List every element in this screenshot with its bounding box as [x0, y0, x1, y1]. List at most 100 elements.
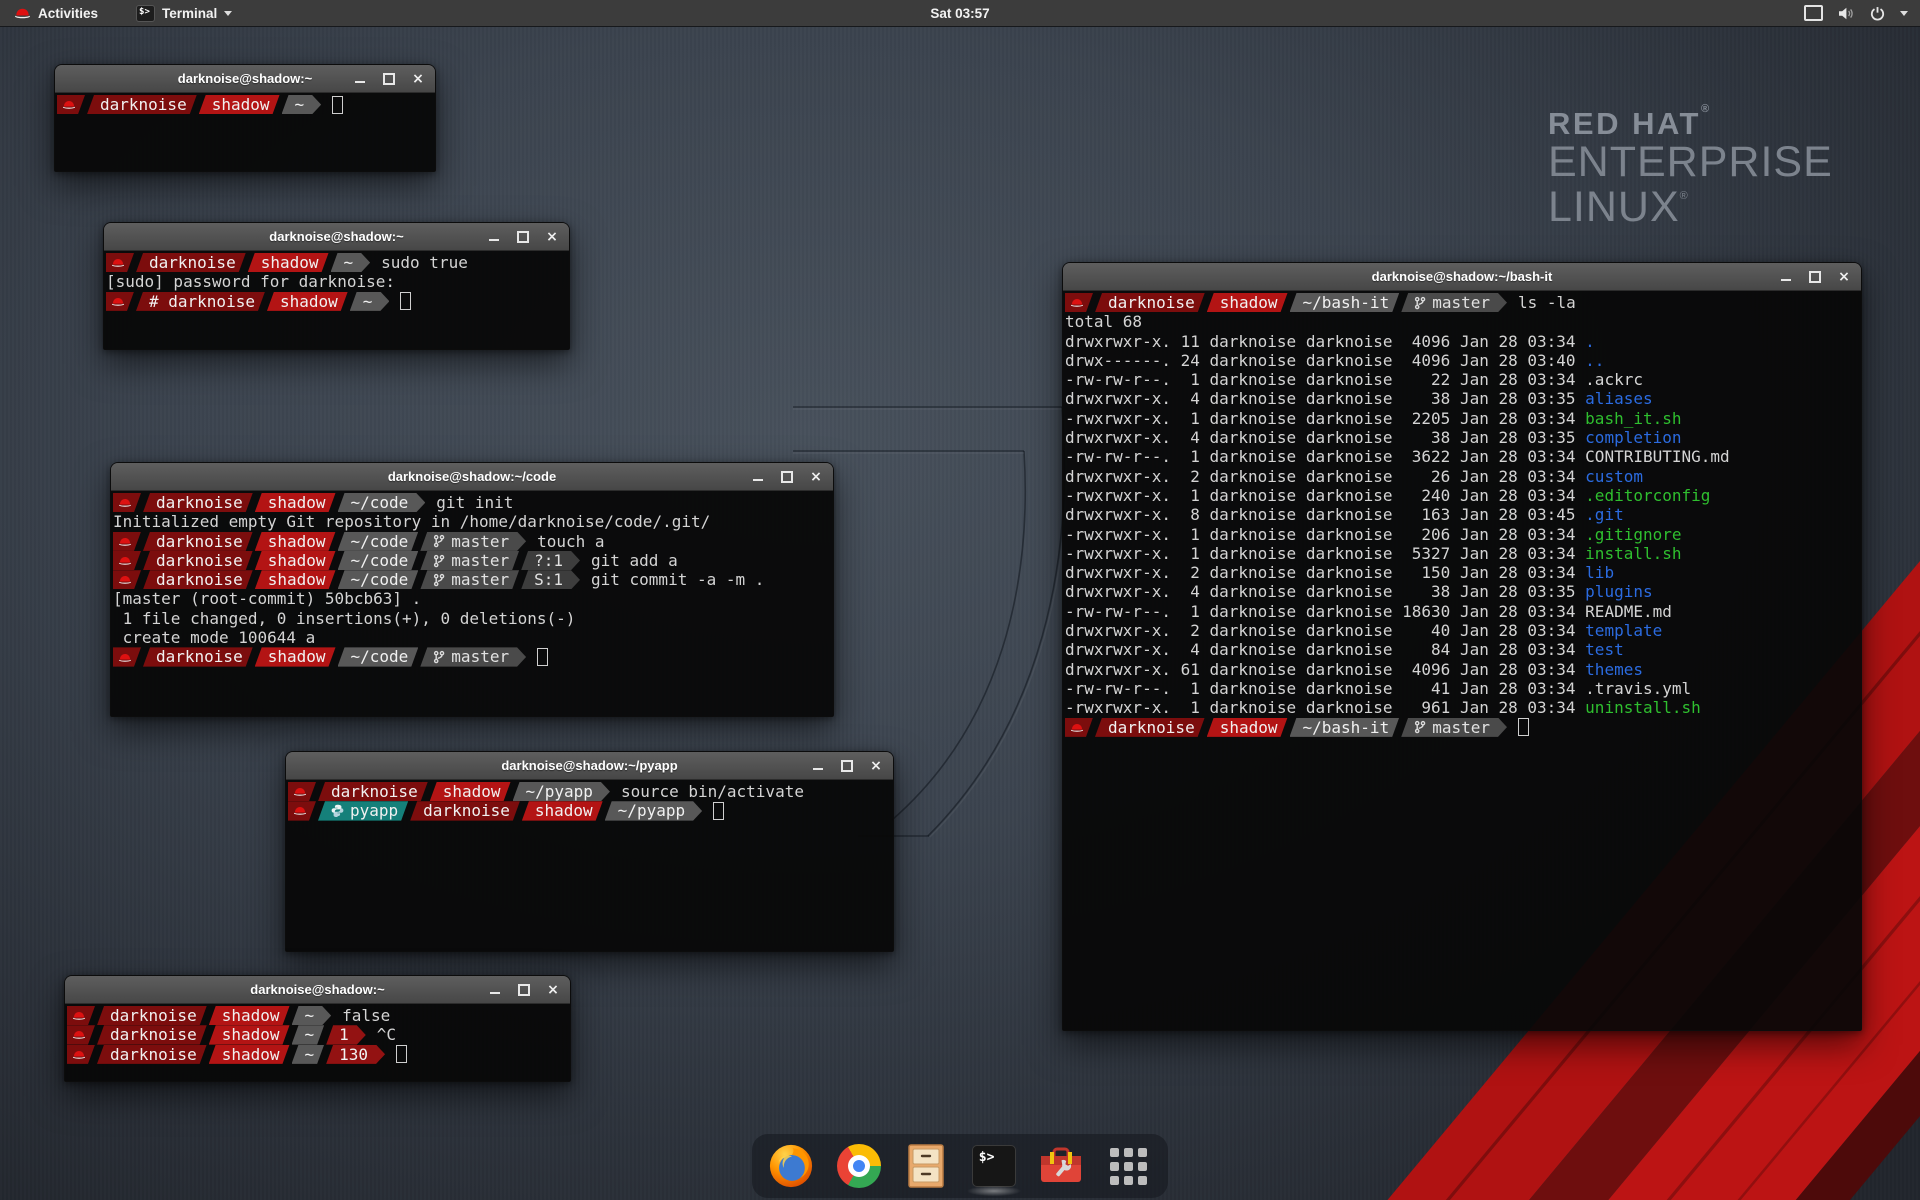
- terminal-window[interactable]: darknoise@shadow:~/code×darknoiseshadow~…: [110, 462, 834, 717]
- terminal-window[interactable]: darknoise@shadow:~×darknoiseshadow~: [54, 64, 436, 172]
- clock[interactable]: Sat 03:57: [930, 0, 989, 26]
- terminal-window[interactable]: darknoise@shadow:~/pyapp×darknoiseshadow…: [285, 751, 894, 952]
- git-branch-icon: [1414, 720, 1426, 734]
- minimize-button[interactable]: [752, 471, 764, 483]
- terminal-output-line: Initialized empty Git repository in /hom…: [113, 512, 831, 531]
- prompt-segment-path: ~: [331, 253, 371, 272]
- minimize-button[interactable]: [812, 760, 824, 772]
- file-name: .ackrc: [1585, 370, 1643, 389]
- prompt-segment-path: ~/code: [338, 551, 419, 570]
- terminal-content[interactable]: darknoiseshadow~falsedarknoiseshadow~1^C…: [65, 1004, 570, 1081]
- terminal-content[interactable]: darknoiseshadow~/codegit initInitialized…: [111, 491, 833, 716]
- dock-item-terminal[interactable]: $>: [971, 1143, 1017, 1189]
- terminal-window[interactable]: darknoise@shadow:~×darknoiseshadow~sudo …: [103, 222, 570, 350]
- file-listing-row: drwxrwxr-x. 2 darknoise darknoise 40 Jan…: [1065, 621, 1859, 640]
- red-hat-icon: [118, 555, 132, 566]
- prompt-hat-segment: [106, 253, 134, 272]
- red-hat-icon: [118, 497, 132, 508]
- prompt-segment-user: darknoise: [1095, 293, 1205, 312]
- prompt-line: darknoiseshadow~sudo true: [106, 253, 567, 272]
- window-titlebar[interactable]: darknoise@shadow:~/bash-it×: [1063, 263, 1861, 291]
- prompt-hat-segment: [113, 551, 141, 570]
- minimize-button[interactable]: [1780, 271, 1792, 283]
- minimize-button[interactable]: [354, 73, 366, 85]
- dock-item-app-grid[interactable]: [1106, 1143, 1152, 1189]
- terminal-icon: $>: [972, 1145, 1016, 1187]
- maximize-button[interactable]: [1809, 271, 1821, 283]
- file-listing-row: drwxrwxr-x. 4 darknoise darknoise 38 Jan…: [1065, 428, 1859, 447]
- maximize-button[interactable]: [841, 760, 853, 772]
- power-icon[interactable]: [1870, 6, 1885, 21]
- prompt-hat-segment: [1065, 293, 1093, 312]
- terminal-content[interactable]: darknoiseshadow~/pyappsource bin/activat…: [286, 780, 893, 951]
- terminal-output-line: total 68: [1065, 312, 1859, 331]
- minimize-button[interactable]: [488, 231, 500, 243]
- terminal-content[interactable]: darknoiseshadow~sudo true[sudo] password…: [104, 251, 569, 349]
- prompt-segment-host: shadow: [255, 570, 336, 589]
- chevron-down-icon[interactable]: [1900, 11, 1908, 16]
- red-hat-icon: [72, 1049, 86, 1060]
- window-titlebar[interactable]: darknoise@shadow:~/code×: [111, 463, 833, 491]
- minimize-button[interactable]: [489, 984, 501, 996]
- command-text: git add a: [591, 551, 678, 570]
- prompt-segment-host: shadow: [209, 1025, 290, 1044]
- window-titlebar[interactable]: darknoise@shadow:~×: [65, 976, 570, 1004]
- window-titlebar[interactable]: darknoise@shadow:~/pyapp×: [286, 752, 893, 780]
- volume-icon[interactable]: [1838, 7, 1855, 20]
- close-button[interactable]: ×: [810, 471, 822, 483]
- terminal-content[interactable]: darknoiseshadow~/bash-itmasterls -latota…: [1063, 291, 1861, 1030]
- prompt-segment-exit: 1: [326, 1025, 366, 1044]
- file-listing-row: drwxrwxr-x. 4 darknoise darknoise 84 Jan…: [1065, 640, 1859, 659]
- close-button[interactable]: ×: [412, 73, 424, 85]
- terminal-window[interactable]: darknoise@shadow:~× darknoiseshadow~false…: [64, 975, 571, 1082]
- command-text: ls -la: [1518, 293, 1576, 312]
- prompt-segment-path: ~/code: [338, 493, 426, 512]
- dock-item-chrome[interactable]: [836, 1143, 882, 1189]
- python-icon: [331, 804, 344, 817]
- maximize-button[interactable]: [518, 984, 530, 996]
- prompt-segment-path: ~: [292, 1045, 325, 1064]
- prompt-segment-user: darknoise: [97, 1045, 207, 1064]
- dock-item-files[interactable]: [903, 1143, 949, 1189]
- prompt-hat-segment: [113, 532, 141, 551]
- window-titlebar[interactable]: darknoise@shadow:~×: [104, 223, 569, 251]
- terminal-window[interactable]: darknoise@shadow:~/bash-it×darknoiseshad…: [1062, 262, 1862, 1031]
- maximize-button[interactable]: [517, 231, 529, 243]
- prompt-hat-segment: [113, 647, 141, 666]
- maximize-button[interactable]: [781, 471, 793, 483]
- dock-item-firefox[interactable]: [768, 1143, 814, 1189]
- close-button[interactable]: ×: [547, 984, 559, 996]
- prompt-segment-user: darknoise: [143, 570, 253, 589]
- file-name: ..: [1585, 351, 1604, 370]
- close-button[interactable]: ×: [1838, 271, 1850, 283]
- file-listing-row: -rwxrwxr-x. 1 darknoise darknoise 961 Ja…: [1065, 698, 1859, 717]
- prompt-line: # darknoiseshadow~: [106, 292, 567, 311]
- prompt-segment-user: darknoise: [143, 532, 253, 551]
- file-name: CONTRIBUTING.md: [1585, 447, 1730, 466]
- file-listing-row: -rwxrwxr-x. 1 darknoise darknoise 240 Ja…: [1065, 486, 1859, 505]
- window-controls: ×: [354, 73, 435, 85]
- file-name: template: [1585, 621, 1662, 640]
- dock-item-toolbox[interactable]: [1038, 1143, 1084, 1189]
- command-text: source bin/activate: [621, 782, 804, 801]
- running-indicator-glow: [958, 1184, 1030, 1198]
- terminal-content[interactable]: darknoiseshadow~: [55, 93, 435, 171]
- close-button[interactable]: ×: [870, 760, 882, 772]
- window-titlebar[interactable]: darknoise@shadow:~×: [55, 65, 435, 93]
- activities-button[interactable]: Activities: [8, 0, 104, 26]
- prompt-segment-host: shadow: [255, 493, 336, 512]
- prompt-segment-path: ~: [292, 1025, 325, 1044]
- display-icon[interactable]: [1804, 5, 1823, 21]
- file-name: test: [1585, 640, 1624, 659]
- red-hat-icon: [1070, 722, 1084, 733]
- app-menu-terminal[interactable]: $> Terminal: [130, 0, 238, 26]
- file-listing-row: -rw-rw-r--. 1 darknoise darknoise 18630 …: [1065, 602, 1859, 621]
- red-hat-icon: [293, 786, 307, 797]
- maximize-button[interactable]: [383, 73, 395, 85]
- prompt-line: darknoiseshadow~/codegit init: [113, 493, 831, 512]
- close-button[interactable]: ×: [546, 231, 558, 243]
- chevron-down-icon: [224, 11, 232, 16]
- prompt-line: darknoiseshadow~false: [67, 1006, 568, 1025]
- prompt-segment-path: ~/code: [338, 532, 419, 551]
- prompt-hat-segment: [67, 1006, 95, 1025]
